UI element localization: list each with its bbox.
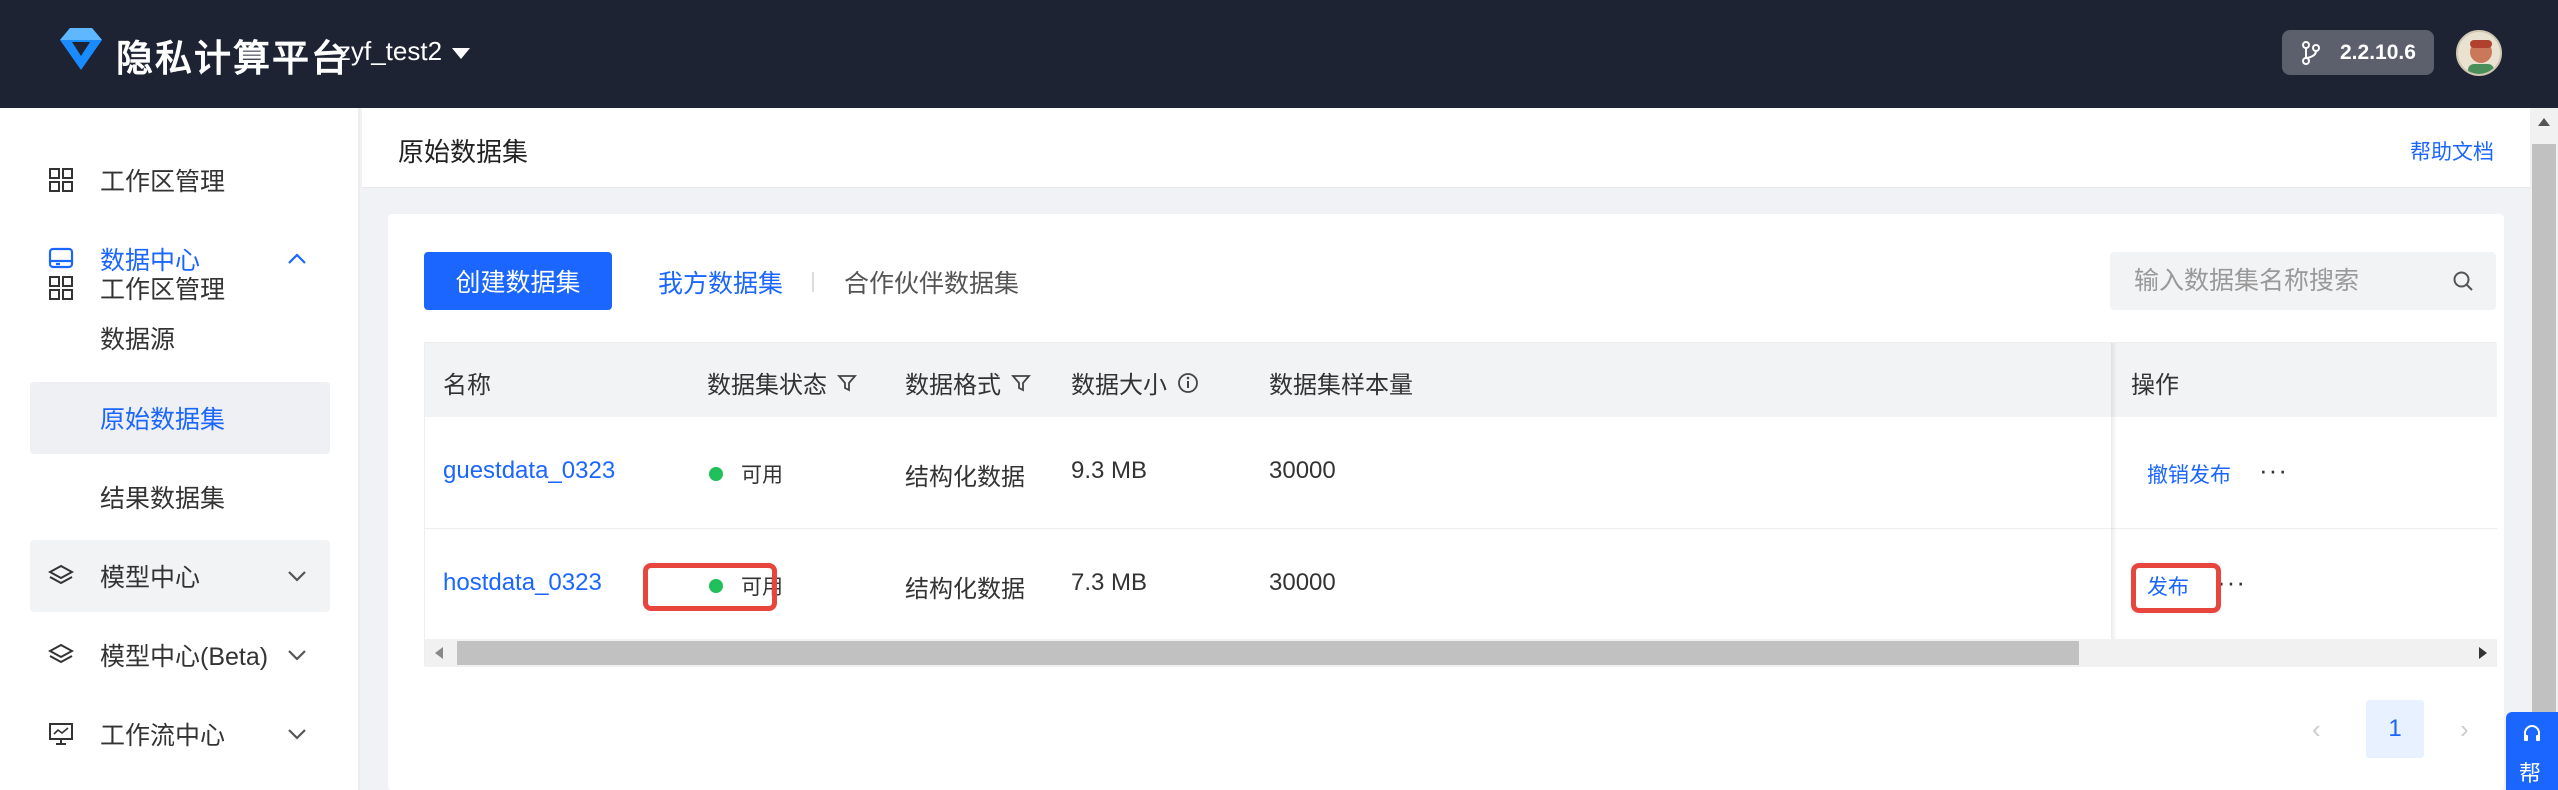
scroll-right-icon[interactable] — [2479, 647, 2487, 659]
sidebar-item-label: 模型中心 — [100, 564, 201, 592]
version-text: 2.2.10.6 — [2340, 40, 2416, 64]
column-header-status: 数据集状态 — [707, 365, 857, 400]
column-header-name: 名称 — [443, 372, 491, 399]
chevron-down-icon — [288, 650, 306, 661]
chevron-up-icon — [288, 253, 306, 264]
dataset-card: 创建数据集 我方数据集 合作伙伴数据集 名称 数据集状态 数据格式 数据大小 数… — [388, 214, 2504, 790]
dataset-name-link[interactable]: guestdata_0323 — [443, 457, 615, 485]
filter-icon[interactable] — [1011, 373, 1031, 393]
sidebar-item-label: 模型中心(Beta) — [100, 643, 269, 671]
page-header: 原始数据集 帮助文档 — [362, 108, 2530, 188]
column-header-size: 数据大小 — [1071, 365, 1199, 400]
size-cell: 9.3 MB — [1071, 457, 1148, 484]
scrollbar-thumb[interactable] — [457, 641, 2079, 665]
status-dot — [709, 467, 723, 481]
samples-cell: 30000 — [1269, 457, 1336, 484]
sidebar-item-label: 结果数据集 — [100, 485, 226, 513]
fixed-column-shadow — [2111, 343, 2117, 645]
status-highlight-box — [643, 563, 777, 611]
scroll-left-icon[interactable] — [435, 647, 443, 659]
size-cell: 7.3 MB — [1071, 569, 1148, 596]
sidebar-item-result-dataset[interactable]: 结果数据集 — [30, 461, 330, 533]
caret-down-icon[interactable] — [452, 48, 470, 59]
tab-my-datasets[interactable]: 我方数据集 — [658, 264, 783, 300]
sidebar-item-model-center-beta[interactable]: 模型中心(Beta) — [30, 619, 330, 691]
column-header-actions: 操作 — [2131, 372, 2179, 399]
brand-title: 隐私计算平台 — [116, 38, 350, 79]
page-title: 原始数据集 — [398, 137, 529, 167]
unpublish-button[interactable]: 撤销发布 — [2147, 459, 2231, 489]
column-header-samples: 数据集样本量 — [1269, 372, 1413, 399]
tab-partner-datasets[interactable]: 合作伙伴数据集 — [844, 264, 1019, 300]
status-badge: 可用 — [709, 459, 783, 489]
more-actions-button[interactable]: ··· — [2259, 455, 2288, 486]
column-header-format: 数据格式 — [905, 365, 1031, 400]
avatar-icon — [2468, 40, 2494, 74]
pagination-page[interactable]: 1 — [2366, 700, 2424, 758]
sidebar-item-workspace-manage[interactable]: 工作区管理 — [30, 144, 330, 216]
sidebar-item-model-center[interactable]: 模型中心 — [30, 540, 330, 612]
info-icon[interactable] — [1177, 372, 1199, 394]
sidebar-item-label: 工作流中心 — [100, 722, 226, 750]
branch-icon — [2302, 40, 2320, 65]
chevron-down-icon — [288, 729, 306, 740]
sidebar-item-label: 数据源 — [100, 326, 176, 354]
dataset-table: 名称 数据集状态 数据格式 数据大小 数据集样本量 操作 guestdata_0… — [424, 342, 2497, 667]
sidebar-item-data-source[interactable]: 数据源 — [30, 302, 330, 374]
sidebar-item-workflow-center[interactable]: 工作流中心 — [30, 698, 330, 770]
search-icon[interactable] — [2452, 270, 2474, 292]
sidebar-item-label: 数据中心 — [100, 247, 201, 275]
user-avatar[interactable] — [2456, 30, 2502, 76]
table-header: 名称 数据集状态 数据格式 数据大小 数据集样本量 操作 — [425, 343, 2497, 417]
monitor-icon — [49, 723, 73, 745]
workspace-selector[interactable]: zyf_test2 — [338, 36, 442, 67]
sidebar-item-label: 工作区管理 — [100, 168, 226, 196]
help-float-label: 帮 — [2519, 761, 2542, 786]
vertical-scrollbar[interactable] — [2530, 108, 2558, 790]
help-doc-link[interactable]: 帮助文档 — [2410, 136, 2494, 166]
layers-icon — [48, 564, 74, 585]
pagination-next[interactable]: › — [2460, 714, 2469, 745]
top-bar: 隐私计算平台 zyf_test2 2.2.10.6 — [0, 0, 2558, 108]
version-badge: 2.2.10.6 — [2282, 30, 2434, 75]
publish-highlight-box — [2131, 563, 2221, 613]
scroll-up-icon[interactable] — [2538, 118, 2550, 126]
sidebar-item-data-center[interactable]: 数据中心 — [30, 223, 330, 295]
grid-icon — [49, 168, 73, 192]
layers-icon — [48, 643, 74, 664]
sidebar-item-raw-dataset[interactable]: 原始数据集 — [30, 382, 330, 454]
sidebar-item-label: 原始数据集 — [100, 406, 226, 434]
horizontal-scrollbar[interactable] — [425, 639, 2497, 667]
filter-icon[interactable] — [837, 373, 857, 393]
database-icon — [48, 247, 74, 269]
headset-icon — [2524, 725, 2540, 741]
help-float-button[interactable]: 帮 — [2506, 712, 2558, 790]
logo-icon — [60, 28, 102, 70]
dataset-name-link[interactable]: hostdata_0323 — [443, 569, 602, 597]
format-cell: 结构化数据 — [905, 576, 1025, 603]
table-row: guestdata_0323 可用 结构化数据 9.3 MB 30000 撤销发… — [425, 417, 2497, 529]
tab-divider — [812, 272, 814, 292]
pagination-prev[interactable]: ‹ — [2312, 714, 2321, 745]
search-input[interactable] — [2134, 252, 2434, 310]
search-box — [2110, 252, 2496, 310]
samples-cell: 30000 — [1269, 569, 1336, 596]
chevron-down-icon — [288, 571, 306, 582]
scrollbar-thumb[interactable] — [2532, 144, 2556, 790]
format-cell: 结构化数据 — [905, 464, 1025, 491]
create-dataset-button[interactable]: 创建数据集 — [424, 252, 612, 310]
more-actions-button[interactable]: ··· — [2217, 567, 2246, 598]
